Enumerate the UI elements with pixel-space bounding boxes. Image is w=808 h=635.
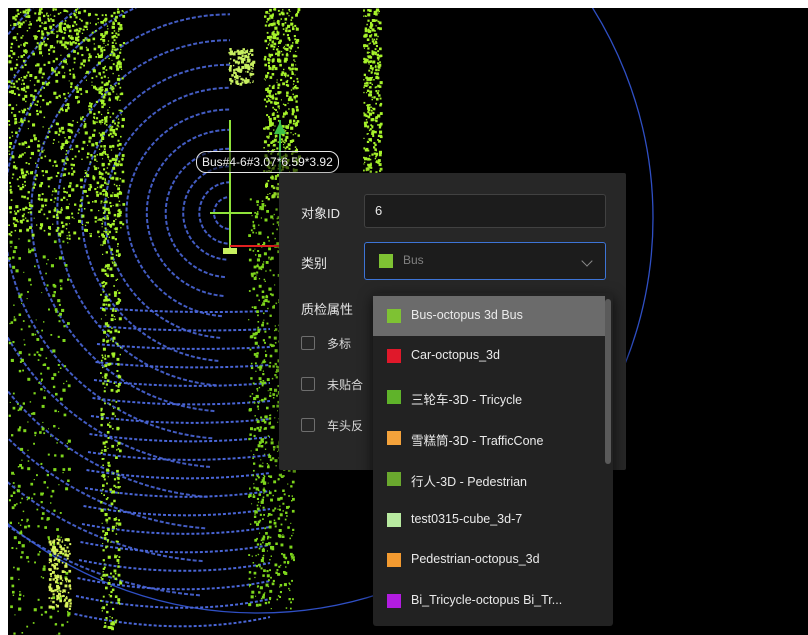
option-color-swatch <box>387 472 401 486</box>
checkbox-icon[interactable] <box>301 336 315 350</box>
checkbox-icon[interactable] <box>301 377 315 391</box>
dropdown-option[interactable]: Car-octopus_3d <box>373 336 605 376</box>
object-id-input[interactable]: 6 <box>364 194 606 228</box>
dropdown-scrollbar[interactable] <box>605 299 611 464</box>
qc-attributes-label: 质检属性 <box>301 302 354 317</box>
dropdown-option[interactable]: Bi_Tricycle-octopus Bi_Tr... <box>373 581 605 621</box>
option-color-swatch <box>387 553 401 567</box>
category-label: 类别 <box>301 256 328 271</box>
dropdown-option[interactable]: Pedestrian-octopus_3d <box>373 540 605 580</box>
dropdown-option[interactable]: test0315-cube_3d-7 <box>373 500 605 540</box>
dropdown-option[interactable]: 行人-3D - Pedestrian <box>373 459 605 499</box>
checkbox-icon[interactable] <box>301 418 315 432</box>
option-color-swatch <box>387 390 401 404</box>
category-select[interactable]: Bus <box>364 242 606 280</box>
category-dropdown[interactable]: Bus-octopus 3d Bus Car-octopus_3d 三轮车-3D… <box>373 293 613 626</box>
category-selected-value: Bus <box>403 253 424 267</box>
category-color-swatch <box>379 254 393 268</box>
option-color-swatch <box>387 309 401 323</box>
object-id-label: 对象ID <box>301 206 341 221</box>
option-color-swatch <box>387 349 401 363</box>
dropdown-option[interactable]: Bus-octopus 3d Bus <box>373 296 605 336</box>
dropdown-option[interactable]: 三轮车-3D - Tricycle <box>373 377 605 417</box>
bbox-label[interactable]: Bus#4-6#3.07*6.59*3.92 <box>196 151 339 173</box>
option-color-swatch <box>387 513 401 527</box>
option-color-swatch <box>387 594 401 608</box>
chevron-down-icon <box>581 255 593 267</box>
option-color-swatch <box>387 431 401 445</box>
dropdown-option[interactable]: 雪糕筒-3D - TrafficCone <box>373 418 605 458</box>
